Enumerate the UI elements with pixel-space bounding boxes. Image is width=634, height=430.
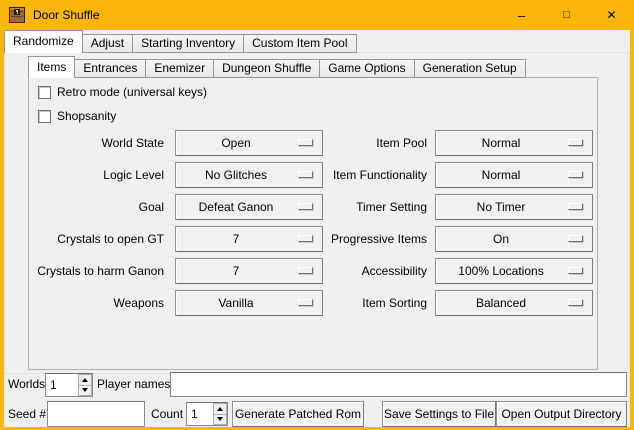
dropdown-value: Open [176, 131, 296, 155]
worlds-spinner[interactable]: 1 [45, 373, 93, 397]
dropdown-indicator-icon [568, 267, 583, 274]
timer-setting-label: Timer Setting [300, 194, 427, 220]
open-output-directory-button[interactable]: Open Output Directory [496, 401, 627, 427]
dropdown-value: Normal [436, 163, 566, 187]
dropdown-value: Balanced [436, 291, 566, 315]
tab-generation-setup[interactable]: Generation Setup [414, 59, 526, 78]
tab-adjust[interactable]: Adjust [82, 34, 133, 53]
spin-up-icon[interactable] [78, 374, 92, 386]
progressive-items-label: Progressive Items [300, 226, 427, 252]
main-tab-bar: Randomize Adjust Starting Inventory Cust… [4, 30, 356, 53]
dropdown-value: Vanilla [176, 291, 296, 315]
generate-patched-rom-button[interactable]: Generate Patched Rom [232, 401, 364, 427]
retro-mode-checkbox[interactable] [38, 86, 51, 99]
spin-down-icon[interactable] [78, 386, 92, 397]
tab-starting-inventory[interactable]: Starting Inventory [132, 34, 244, 53]
shopsanity-checkbox-row[interactable]: Shopsanity [38, 109, 116, 124]
window-controls: – □ ✕ [499, 0, 634, 30]
count-spinner[interactable]: 1 [186, 402, 228, 426]
dropdown-value: Defeat Ganon [176, 195, 296, 219]
dropdown-value: On [436, 227, 566, 251]
dropdown-indicator-icon [568, 171, 583, 178]
count-label: Count [151, 401, 183, 427]
item-sorting-label: Item Sorting [300, 290, 427, 316]
spin-down-icon[interactable] [213, 415, 227, 426]
tab-game-options[interactable]: Game Options [319, 59, 414, 78]
worlds-spin-buttons [78, 374, 92, 396]
item-pool-dropdown[interactable]: Normal [435, 130, 593, 156]
close-icon[interactable]: ✕ [589, 0, 634, 30]
item-functionality-dropdown[interactable]: Normal [435, 162, 593, 188]
dropdown-value: No Timer [436, 195, 566, 219]
dropdown-value: 7 [176, 227, 296, 251]
tab-dungeon-shuffle[interactable]: Dungeon Shuffle [213, 59, 320, 78]
dropdown-value: 100% Locations [436, 259, 566, 283]
window-title: Door Shuffle [33, 0, 100, 30]
minimize-icon[interactable]: – [499, 0, 544, 30]
count-spin-buttons [213, 403, 227, 425]
seed-label: Seed # [8, 401, 46, 427]
crystals-harm-ganon-label: Crystals to harm Ganon [20, 258, 164, 284]
dropdown-value: Normal [436, 131, 566, 155]
shopsanity-label[interactable]: Shopsanity [57, 109, 116, 124]
client-area: Randomize Adjust Starting Inventory Cust… [4, 30, 630, 427]
tab-enemizer[interactable]: Enemizer [145, 59, 214, 78]
accessibility-dropdown[interactable]: 100% Locations [435, 258, 593, 284]
world-state-label: World State [20, 130, 164, 156]
player-names-label: Player names [97, 372, 170, 397]
dropdown-indicator-icon [568, 203, 583, 210]
weapons-label: Weapons [20, 290, 164, 316]
save-settings-button[interactable]: Save Settings to File [382, 401, 496, 427]
item-pool-label: Item Pool [300, 130, 427, 156]
maximize-icon[interactable]: □ [544, 0, 589, 30]
count-value[interactable]: 1 [187, 403, 213, 425]
worlds-value[interactable]: 1 [46, 374, 78, 396]
shopsanity-checkbox[interactable] [38, 110, 51, 123]
dropdown-indicator-icon [568, 299, 583, 306]
app-window: Door Shuffle – □ ✕ Randomize Adjust Star… [0, 0, 634, 430]
dropdown-indicator-icon [568, 235, 583, 242]
accessibility-label: Accessibility [300, 258, 427, 284]
tab-custom-item-pool[interactable]: Custom Item Pool [243, 34, 356, 53]
goal-label: Goal [20, 194, 164, 220]
dropdown-value: No Glitches [176, 163, 296, 187]
item-sorting-dropdown[interactable]: Balanced [435, 290, 593, 316]
crystals-open-gt-label: Crystals to open GT [20, 226, 164, 252]
tab-randomize[interactable]: Randomize [4, 30, 83, 53]
dropdown-value: 7 [176, 259, 296, 283]
tab-items[interactable]: Items [28, 56, 75, 78]
tab-entrances[interactable]: Entrances [74, 59, 146, 78]
title-bar[interactable]: Door Shuffle – □ ✕ [0, 0, 634, 30]
player-names-input[interactable] [170, 372, 627, 397]
sub-tab-bar: Items Entrances Enemizer Dungeon Shuffle… [28, 56, 525, 78]
logic-level-label: Logic Level [20, 162, 164, 188]
spin-up-icon[interactable] [213, 403, 227, 415]
retro-mode-checkbox-row[interactable]: Retro mode (universal keys) [38, 85, 207, 100]
worlds-label: Worlds [8, 372, 45, 397]
dropdown-indicator-icon [568, 139, 583, 146]
progressive-items-dropdown[interactable]: On [435, 226, 593, 252]
seed-input[interactable] [47, 401, 145, 427]
item-functionality-label: Item Functionality [300, 162, 427, 188]
retro-mode-label[interactable]: Retro mode (universal keys) [57, 85, 207, 100]
timer-setting-dropdown[interactable]: No Timer [435, 194, 593, 220]
door-app-icon [9, 7, 25, 23]
